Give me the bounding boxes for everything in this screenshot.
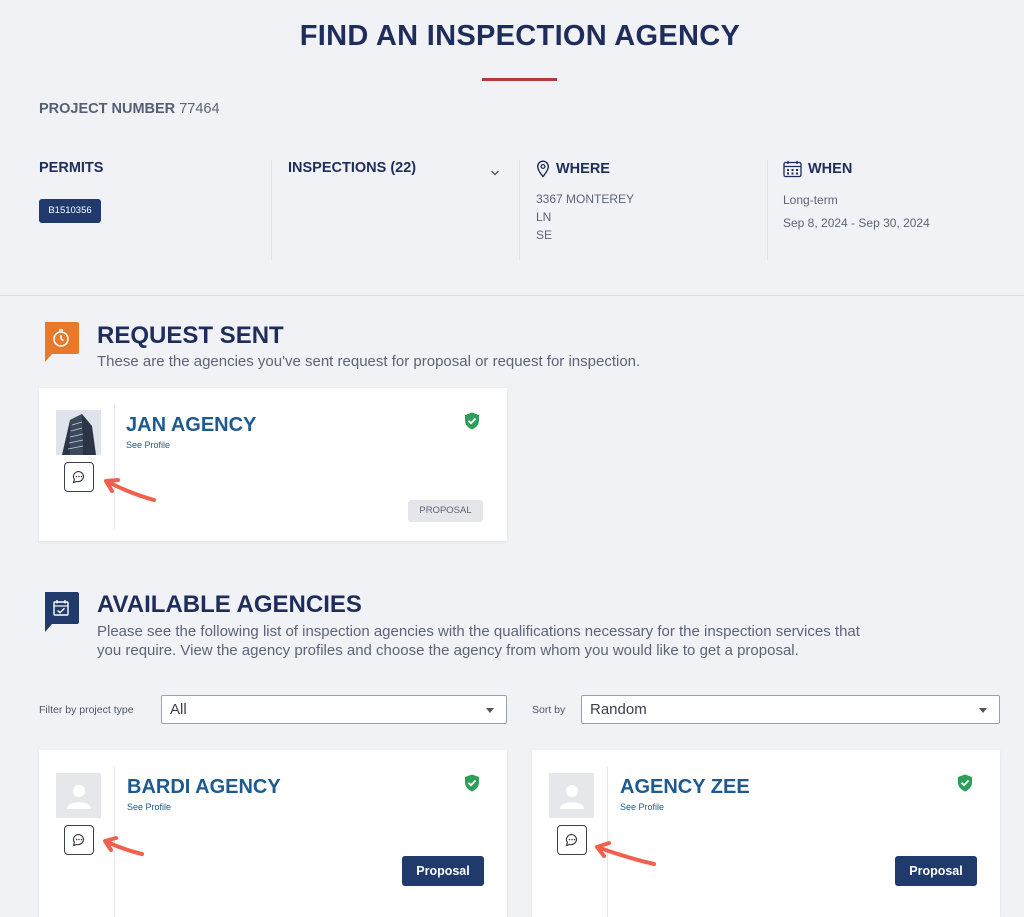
annotation-arrow-icon — [104, 478, 156, 502]
caret-down-icon — [486, 708, 494, 713]
message-button[interactable] — [64, 825, 94, 855]
where-column: WHERE 3367 MONTEREY LN SE — [536, 160, 634, 244]
agency-name[interactable]: AGENCY ZEE — [620, 776, 750, 799]
agency-logo — [56, 410, 101, 455]
annotation-arrow-icon — [595, 841, 656, 866]
verified-shield-icon — [958, 774, 972, 792]
sort-select[interactable]: Random — [581, 695, 1000, 724]
where-address: 3367 MONTEREY LN SE — [536, 192, 635, 242]
when-range: Sep 8, 2024 - Sep 30, 2024 — [783, 216, 930, 230]
agency-name[interactable]: JAN AGENCY — [126, 414, 256, 437]
chat-bubble-icon — [72, 470, 85, 484]
verified-shield-icon — [465, 412, 479, 430]
calendar-icon — [783, 160, 802, 178]
available-agencies-title: AVAILABLE AGENCIES — [97, 591, 362, 618]
permit-badge[interactable]: B1510356 — [39, 199, 101, 223]
verified-shield-icon — [465, 774, 479, 792]
chevron-down-icon[interactable] — [490, 168, 500, 178]
agency-name[interactable]: BARDI AGENCY — [127, 776, 281, 799]
section-divider — [0, 295, 1024, 296]
column-divider — [519, 160, 520, 260]
message-button[interactable] — [64, 462, 94, 492]
when-term: Long-term — [783, 193, 838, 207]
agency-card: JAN AGENCY See Profile PROPOSAL — [39, 388, 507, 541]
proposal-status-tag: PROPOSAL — [408, 500, 483, 522]
column-divider — [271, 160, 272, 260]
title-underline — [482, 78, 557, 81]
project-type-value: All — [170, 701, 187, 718]
column-divider — [767, 160, 768, 260]
when-column: WHEN Long-term Sep 8, 2024 - Sep 30, 202… — [783, 160, 930, 232]
available-agencies-subtitle-2: you require. View the agency profiles an… — [97, 642, 799, 659]
see-profile-link[interactable]: See Profile — [620, 802, 664, 812]
project-number: PROJECT NUMBER 77464 — [39, 101, 220, 117]
location-pin-icon — [536, 160, 550, 178]
chat-bubble-icon — [72, 833, 85, 847]
see-profile-link[interactable]: See Profile — [126, 440, 170, 450]
inspections-column[interactable]: INSPECTIONS (22) — [288, 160, 416, 176]
user-placeholder-icon — [559, 784, 584, 809]
sort-label: Sort by — [532, 704, 566, 716]
sort-value: Random — [590, 701, 647, 718]
chat-bubble-icon — [565, 833, 578, 847]
available-agencies-subtitle: Please see the following list of inspect… — [97, 623, 860, 640]
see-profile-link[interactable]: See Profile — [127, 802, 171, 812]
agency-card: AGENCY ZEE See Profile Proposal — [532, 750, 1000, 917]
timer-icon — [45, 322, 79, 362]
project-number-value: 77464 — [179, 101, 220, 117]
project-number-label: PROJECT NUMBER — [39, 101, 176, 117]
request-sent-title: REQUEST SENT — [97, 322, 284, 349]
filter-label: Filter by project type — [39, 704, 134, 716]
project-type-select[interactable]: All — [161, 695, 507, 724]
user-placeholder-icon — [66, 784, 91, 809]
calendar-check-icon — [45, 592, 79, 632]
building-image-icon — [56, 410, 101, 455]
where-heading: WHERE — [556, 161, 610, 177]
when-heading: WHEN — [808, 161, 853, 177]
inspections-heading[interactable]: INSPECTIONS (22) — [288, 160, 416, 176]
proposal-button[interactable]: Proposal — [895, 856, 977, 886]
message-button[interactable] — [557, 825, 587, 855]
caret-down-icon — [979, 708, 987, 713]
proposal-button[interactable]: Proposal — [402, 856, 484, 886]
request-sent-subtitle: These are the agencies you've sent reque… — [97, 353, 641, 370]
agency-avatar — [549, 773, 594, 818]
permits-column: PERMITS — [39, 160, 103, 176]
page-title: FIND AN INSPECTION AGENCY — [299, 20, 741, 52]
annotation-arrow-icon — [103, 836, 144, 856]
permits-heading: PERMITS — [39, 160, 104, 176]
agency-avatar — [56, 773, 101, 818]
